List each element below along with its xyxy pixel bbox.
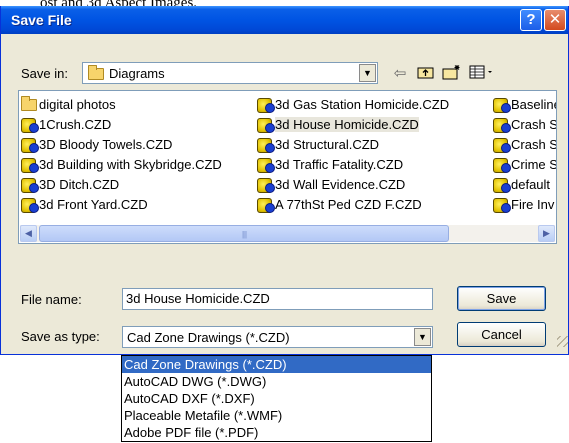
czd-file-icon bbox=[257, 97, 275, 113]
new-folder-icon[interactable] bbox=[441, 64, 463, 84]
scrollbar-thumb[interactable]: |||| bbox=[39, 225, 449, 242]
file-name-input[interactable]: 3d House Homicide.CZD bbox=[122, 288, 433, 310]
dropdown-option[interactable]: AutoCAD DWG (*.DWG) bbox=[122, 373, 431, 390]
czd-file-icon bbox=[21, 197, 39, 213]
czd-file-icon bbox=[493, 177, 511, 193]
grip-icon: |||| bbox=[241, 230, 247, 239]
list-item[interactable]: Crime S bbox=[493, 155, 556, 175]
list-item[interactable]: Baseline bbox=[493, 95, 556, 115]
dropdown-option[interactable]: Placeable Metafile (*.WMF) bbox=[122, 407, 431, 424]
list-item[interactable]: 3d Gas Station Homicide.CZD bbox=[257, 95, 449, 115]
czd-file-icon bbox=[21, 137, 39, 153]
czd-file-icon bbox=[257, 137, 275, 153]
chevron-down-icon[interactable]: ▼ bbox=[359, 64, 376, 82]
up-folder-icon[interactable] bbox=[415, 64, 437, 84]
save-as-type-label: Save as type: bbox=[21, 329, 100, 344]
list-item[interactable]: Crash S bbox=[493, 135, 556, 155]
save-as-type-value: Cad Zone Drawings (*.CZD) bbox=[127, 330, 290, 345]
czd-file-icon bbox=[493, 157, 511, 173]
save-in-combo[interactable]: Diagrams ▼ bbox=[82, 62, 378, 84]
list-item[interactable]: digital photos bbox=[21, 95, 222, 115]
help-button[interactable]: ? bbox=[520, 9, 542, 31]
view-menu-icon[interactable] bbox=[467, 64, 497, 84]
back-icon[interactable]: ⇦ bbox=[389, 64, 411, 82]
list-item[interactable]: 1Crush.CZD bbox=[21, 115, 222, 135]
list-item[interactable]: 3D Bloody Towels.CZD bbox=[21, 135, 222, 155]
czd-file-icon bbox=[257, 197, 275, 213]
folder-icon bbox=[21, 96, 39, 112]
list-item[interactable]: Fire Inv bbox=[493, 195, 556, 215]
save-as-type-select[interactable]: Cad Zone Drawings (*.CZD) ▼ bbox=[122, 326, 433, 348]
list-item[interactable]: Crash S bbox=[493, 115, 556, 135]
dialog-title: Save File bbox=[11, 12, 72, 28]
list-item-selected[interactable]: 3d House Homicide.CZD bbox=[257, 115, 449, 135]
scroll-right-icon[interactable]: ▶ bbox=[538, 225, 555, 242]
dropdown-option[interactable]: Adobe PDF file (*.PDF) bbox=[122, 424, 431, 441]
czd-file-icon bbox=[493, 137, 511, 153]
czd-file-icon bbox=[257, 157, 275, 173]
chevron-down-icon[interactable]: ▼ bbox=[414, 328, 431, 346]
czd-file-icon bbox=[493, 197, 511, 213]
czd-file-icon bbox=[493, 117, 511, 133]
dropdown-option[interactable]: AutoCAD DXF (*.DXF) bbox=[122, 390, 431, 407]
folder-icon bbox=[88, 65, 104, 81]
list-item[interactable]: 3d Traffic Fatality.CZD bbox=[257, 155, 449, 175]
list-item[interactable]: 3d Structural.CZD bbox=[257, 135, 449, 155]
czd-file-icon bbox=[21, 177, 39, 193]
czd-file-icon bbox=[21, 117, 39, 133]
czd-file-icon bbox=[21, 157, 39, 173]
czd-file-icon bbox=[493, 97, 511, 113]
horizontal-scrollbar[interactable]: ◀ |||| ▶ bbox=[20, 225, 555, 242]
save-button[interactable]: Save bbox=[457, 286, 546, 311]
dropdown-option-selected[interactable]: Cad Zone Drawings (*.CZD) bbox=[122, 356, 431, 373]
list-item[interactable]: 3d Front Yard.CZD bbox=[21, 195, 222, 215]
save-in-label: Save in: bbox=[21, 66, 68, 81]
save-file-dialog: Save File ? ✕ Save in: Diagrams ▼ ⇦ digi… bbox=[0, 6, 569, 355]
title-bar[interactable]: Save File ? ✕ bbox=[1, 6, 568, 34]
save-in-folder-name: Diagrams bbox=[109, 66, 165, 81]
file-column-3: Baseline Crash S Crash S Crime S default… bbox=[493, 95, 556, 215]
list-item[interactable]: 3d Building with Skybridge.CZD bbox=[21, 155, 222, 175]
close-button[interactable]: ✕ bbox=[544, 9, 566, 31]
file-column-2: 3d Gas Station Homicide.CZD 3d House Hom… bbox=[257, 95, 449, 215]
save-as-type-dropdown-list[interactable]: Cad Zone Drawings (*.CZD) AutoCAD DWG (*… bbox=[121, 355, 432, 442]
czd-file-icon bbox=[257, 177, 275, 193]
list-item[interactable]: default bbox=[493, 175, 556, 195]
cancel-button[interactable]: Cancel bbox=[457, 322, 546, 347]
list-item[interactable]: 3d Wall Evidence.CZD bbox=[257, 175, 449, 195]
list-item[interactable]: 3D Ditch.CZD bbox=[21, 175, 222, 195]
resize-grip-icon[interactable] bbox=[557, 336, 568, 347]
file-name-label: File name: bbox=[21, 292, 82, 307]
file-column-1: digital photos 1Crush.CZD 3D Bloody Towe… bbox=[21, 95, 222, 215]
czd-file-icon bbox=[257, 117, 275, 133]
scroll-left-icon[interactable]: ◀ bbox=[20, 225, 37, 242]
file-list[interactable]: digital photos 1Crush.CZD 3D Bloody Towe… bbox=[18, 90, 557, 244]
list-item[interactable]: A 77thSt Ped CZD F.CZD bbox=[257, 195, 449, 215]
